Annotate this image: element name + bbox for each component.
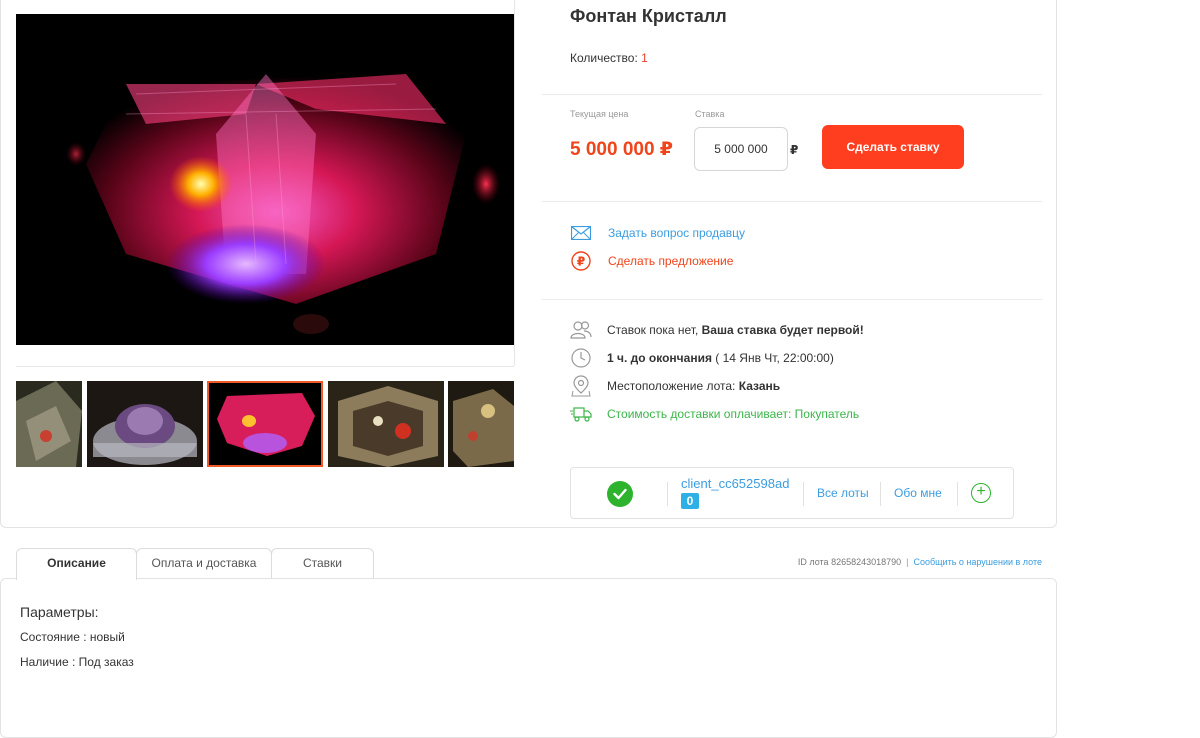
clock-icon	[570, 347, 592, 369]
thumbnail-5[interactable]	[448, 381, 514, 467]
thumbnail-2[interactable]	[87, 381, 203, 467]
envelope-icon	[570, 222, 592, 244]
bid-currency: ₽	[790, 143, 799, 157]
verified-check-icon	[607, 481, 633, 507]
ruble-circle-icon: ₽	[570, 250, 592, 272]
lot-meta: ID лота 82658243018790 | Сообщить о наруше…	[798, 557, 1042, 567]
ask-seller-label: Задать вопрос продавцу	[608, 226, 746, 240]
divider	[542, 94, 1042, 95]
quantity-label: Количество:	[570, 51, 638, 65]
lot-id: ID лота 82658243018790	[797, 557, 902, 567]
location-value: Казань	[738, 379, 781, 393]
seller-divider	[957, 482, 958, 506]
svg-text:₽: ₽	[577, 255, 585, 269]
add-seller-plus-icon[interactable]: +	[971, 483, 991, 503]
seller-divider	[880, 482, 881, 506]
thumbnail-4[interactable]	[328, 381, 444, 467]
lot-title: Фонтан Кристалл	[570, 6, 727, 26]
map-pin-icon	[570, 375, 592, 397]
bid-input[interactable]	[694, 127, 788, 171]
time-bold: 1 ч. до окончания	[607, 351, 712, 365]
seller-divider	[667, 482, 668, 506]
thumbnail-3[interactable]	[207, 381, 323, 467]
parameters-heading: Параметры:	[20, 604, 99, 620]
location-prefix: Местоположение лота:	[607, 379, 736, 393]
divider	[542, 299, 1042, 300]
lot-location: Местоположение лота: Казань	[570, 375, 780, 397]
make-offer-label: Сделать предложение	[608, 254, 734, 268]
param-availability: Наличие : Под заказ	[20, 655, 134, 669]
tab-description[interactable]: Описание	[16, 548, 137, 580]
photo-bottom-divider	[16, 366, 514, 367]
all-lots-link[interactable]: Все лоты	[817, 486, 869, 500]
current-price: 5 000 000 ₽	[570, 139, 674, 160]
quantity-value: 1	[641, 51, 648, 65]
seller-rating-badge: 0	[681, 493, 699, 509]
delivery-payer: Стоимость доставки оплачивает: Покупател…	[570, 403, 859, 425]
tab-payment-delivery[interactable]: Оплата и доставка	[136, 548, 272, 579]
seller-divider	[803, 482, 804, 506]
ask-seller-link[interactable]: Задать вопрос продавцу	[570, 222, 745, 244]
description-card	[0, 578, 1057, 738]
about-seller-link[interactable]: Обо мне	[894, 486, 942, 500]
bids-status: Ставок пока нет, Ваша ставка будет перво…	[570, 319, 864, 341]
fountain-photo-image	[16, 14, 514, 345]
thumbnail-1[interactable]	[16, 381, 82, 467]
tab-bids[interactable]: Ставки	[271, 548, 374, 579]
quantity: Количество: 1	[570, 51, 648, 65]
truck-icon	[570, 403, 592, 425]
photo-divider	[514, 0, 515, 366]
time-left: 1 ч. до окончания ( 14 Янв Чт, 22:00:00)	[570, 347, 834, 369]
thumbnail-strip	[16, 381, 514, 467]
delivery-text: Стоимость доставки оплачивает: Покупател…	[607, 407, 860, 421]
seller-username[interactable]: client_cc652598ad	[681, 476, 789, 491]
seller-box: client_cc652598ad 0 Все лоты Обо мне +	[570, 467, 1014, 519]
param-condition: Состояние : новый	[20, 630, 125, 644]
time-rest: ( 14 Янв Чт, 22:00:00)	[715, 351, 834, 365]
users-icon	[570, 319, 592, 341]
current-price-label: Текущая цена	[570, 109, 629, 119]
bids-prefix: Ставок пока нет,	[607, 323, 699, 337]
main-lot-photo[interactable]	[16, 14, 514, 345]
report-violation-link[interactable]: Сообщить о нарушении в лоте	[913, 557, 1042, 567]
place-bid-button[interactable]: Сделать ставку	[822, 125, 964, 169]
bids-bold: Ваша ставка будет первой!	[701, 323, 864, 337]
bid-label: Ставка	[695, 109, 725, 119]
meta-separator: |	[906, 557, 909, 567]
make-offer-link[interactable]: ₽ Сделать предложение	[570, 250, 733, 272]
divider	[542, 201, 1042, 202]
